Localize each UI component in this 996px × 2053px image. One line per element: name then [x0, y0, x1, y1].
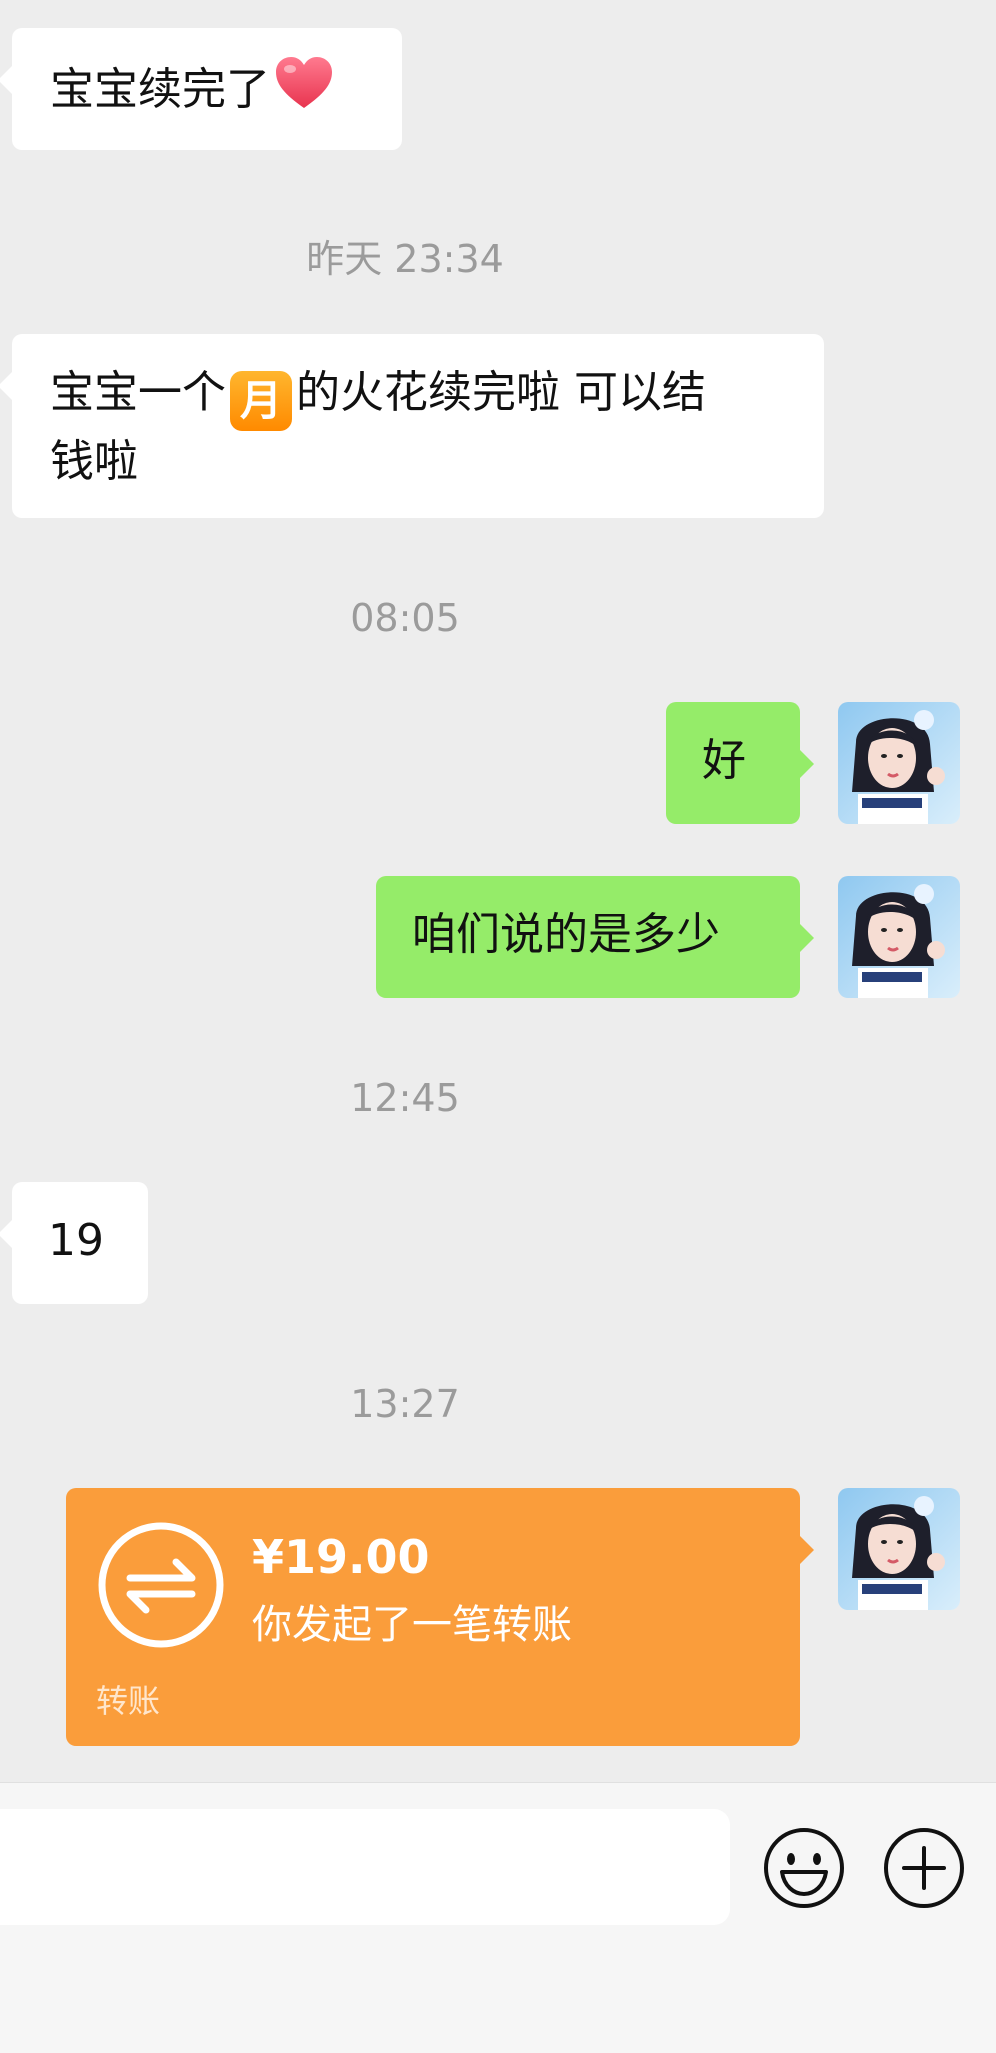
outgoing-message-bubble[interactable]: 好 — [666, 702, 814, 824]
smiley-icon[interactable] — [762, 1826, 846, 1910]
month-badge: 月 — [230, 371, 292, 431]
chat-input-bar — [0, 1782, 996, 2053]
message-line-2: 钱啦 — [50, 436, 138, 487]
plus-circle-icon[interactable] — [882, 1826, 966, 1910]
timestamp: 昨天 23:34 — [306, 237, 504, 281]
user-avatar[interactable] — [838, 1488, 960, 1610]
transfer-label: 转账 — [96, 1682, 161, 1720]
transfer-description: 你发起了一笔转账 — [252, 1602, 572, 1648]
timestamp: 08:05 — [350, 596, 460, 640]
transfer-amount: ¥19.00 — [252, 1530, 430, 1584]
avatar-image — [838, 876, 960, 998]
heart-emoji-icon — [274, 56, 334, 127]
avatar-image — [838, 1488, 960, 1610]
user-avatar[interactable] — [838, 876, 960, 998]
message-text: 宝宝续完了 — [50, 64, 270, 115]
message-text: 19 — [48, 1215, 104, 1266]
transfer-arrows-icon — [98, 1522, 224, 1648]
transfer-card[interactable]: ¥19.00 你发起了一笔转账 转账 — [66, 1488, 814, 1746]
user-avatar[interactable] — [838, 702, 960, 824]
message-text: 好 — [702, 735, 746, 786]
incoming-message-bubble[interactable]: 宝宝一个月的火花续完啦 可以结 钱啦 — [0, 334, 824, 518]
timestamp: 13:27 — [350, 1382, 460, 1426]
outgoing-message-bubble[interactable]: 咱们说的是多少 — [376, 876, 814, 998]
avatar-image — [838, 702, 960, 824]
incoming-message-bubble[interactable]: 19 — [0, 1182, 148, 1304]
chat-screen: 宝宝续完了 昨天 23:34 宝宝一个月的火花续完啦 可以结 钱啦 08:05 … — [0, 0, 996, 2053]
message-text: 咱们说的是多少 — [412, 909, 720, 960]
timestamp: 12:45 — [350, 1076, 460, 1120]
message-line-1: 宝宝一个月的火花续完啦 可以结 — [50, 362, 804, 431]
incoming-message-bubble[interactable]: 宝宝续完了 — [0, 28, 402, 150]
message-input[interactable] — [0, 1809, 730, 1925]
